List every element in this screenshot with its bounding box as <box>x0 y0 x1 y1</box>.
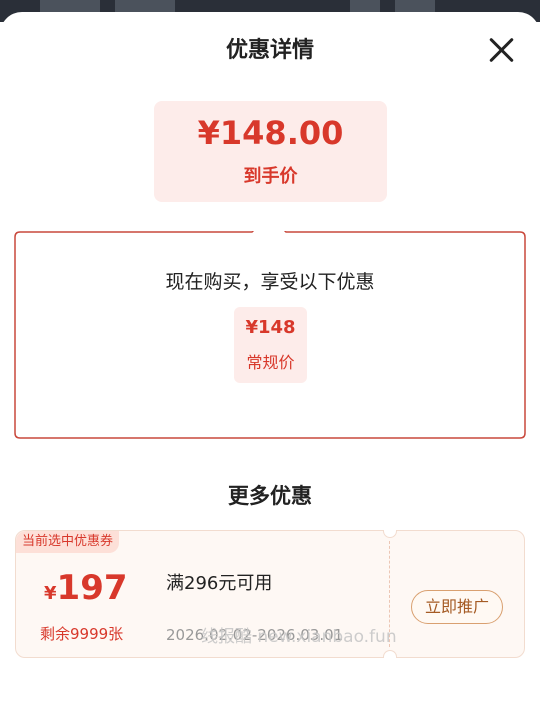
final-price: ¥148.00 <box>197 114 344 152</box>
regular-price-card: ¥148 常规价 <box>234 307 307 383</box>
sheet-title: 优惠详情 <box>225 38 314 63</box>
close-icon[interactable] <box>486 34 518 66</box>
coupon-remaining: 剩余9999张 <box>40 625 124 643</box>
coupon-value: 197 <box>56 568 128 608</box>
coupon-notch-top <box>383 530 397 538</box>
coupon-amount: ¥197 <box>44 568 128 608</box>
final-price-label: 到手价 <box>243 166 298 187</box>
regular-price-label: 常规价 <box>246 353 295 372</box>
promote-now-button[interactable]: 立即推广 <box>411 590 503 624</box>
discount-intro: 现在购买，享受以下优惠 <box>165 271 375 293</box>
currency-symbol: ¥ <box>44 583 57 604</box>
regular-price: ¥148 <box>245 317 296 338</box>
discount-breakdown-panel: 现在购买，享受以下优惠 ¥148 常规价 <box>14 231 526 439</box>
watermark: 线报酷 new.xianbao.fun <box>201 627 397 647</box>
final-price-card: ¥148.00 到手价 <box>154 101 387 202</box>
discount-detail-sheet: 优惠详情 ¥148.00 到手价 现在购买，享受以下优惠 ¥148 常规价 更多… <box>0 12 540 709</box>
more-offers-title: 更多优惠 <box>228 484 312 508</box>
coupon-condition: 满296元可用 <box>166 573 273 594</box>
selected-coupon-badge: 当前选中优惠券 <box>16 531 120 553</box>
coupon-notch-bottom <box>383 650 397 658</box>
